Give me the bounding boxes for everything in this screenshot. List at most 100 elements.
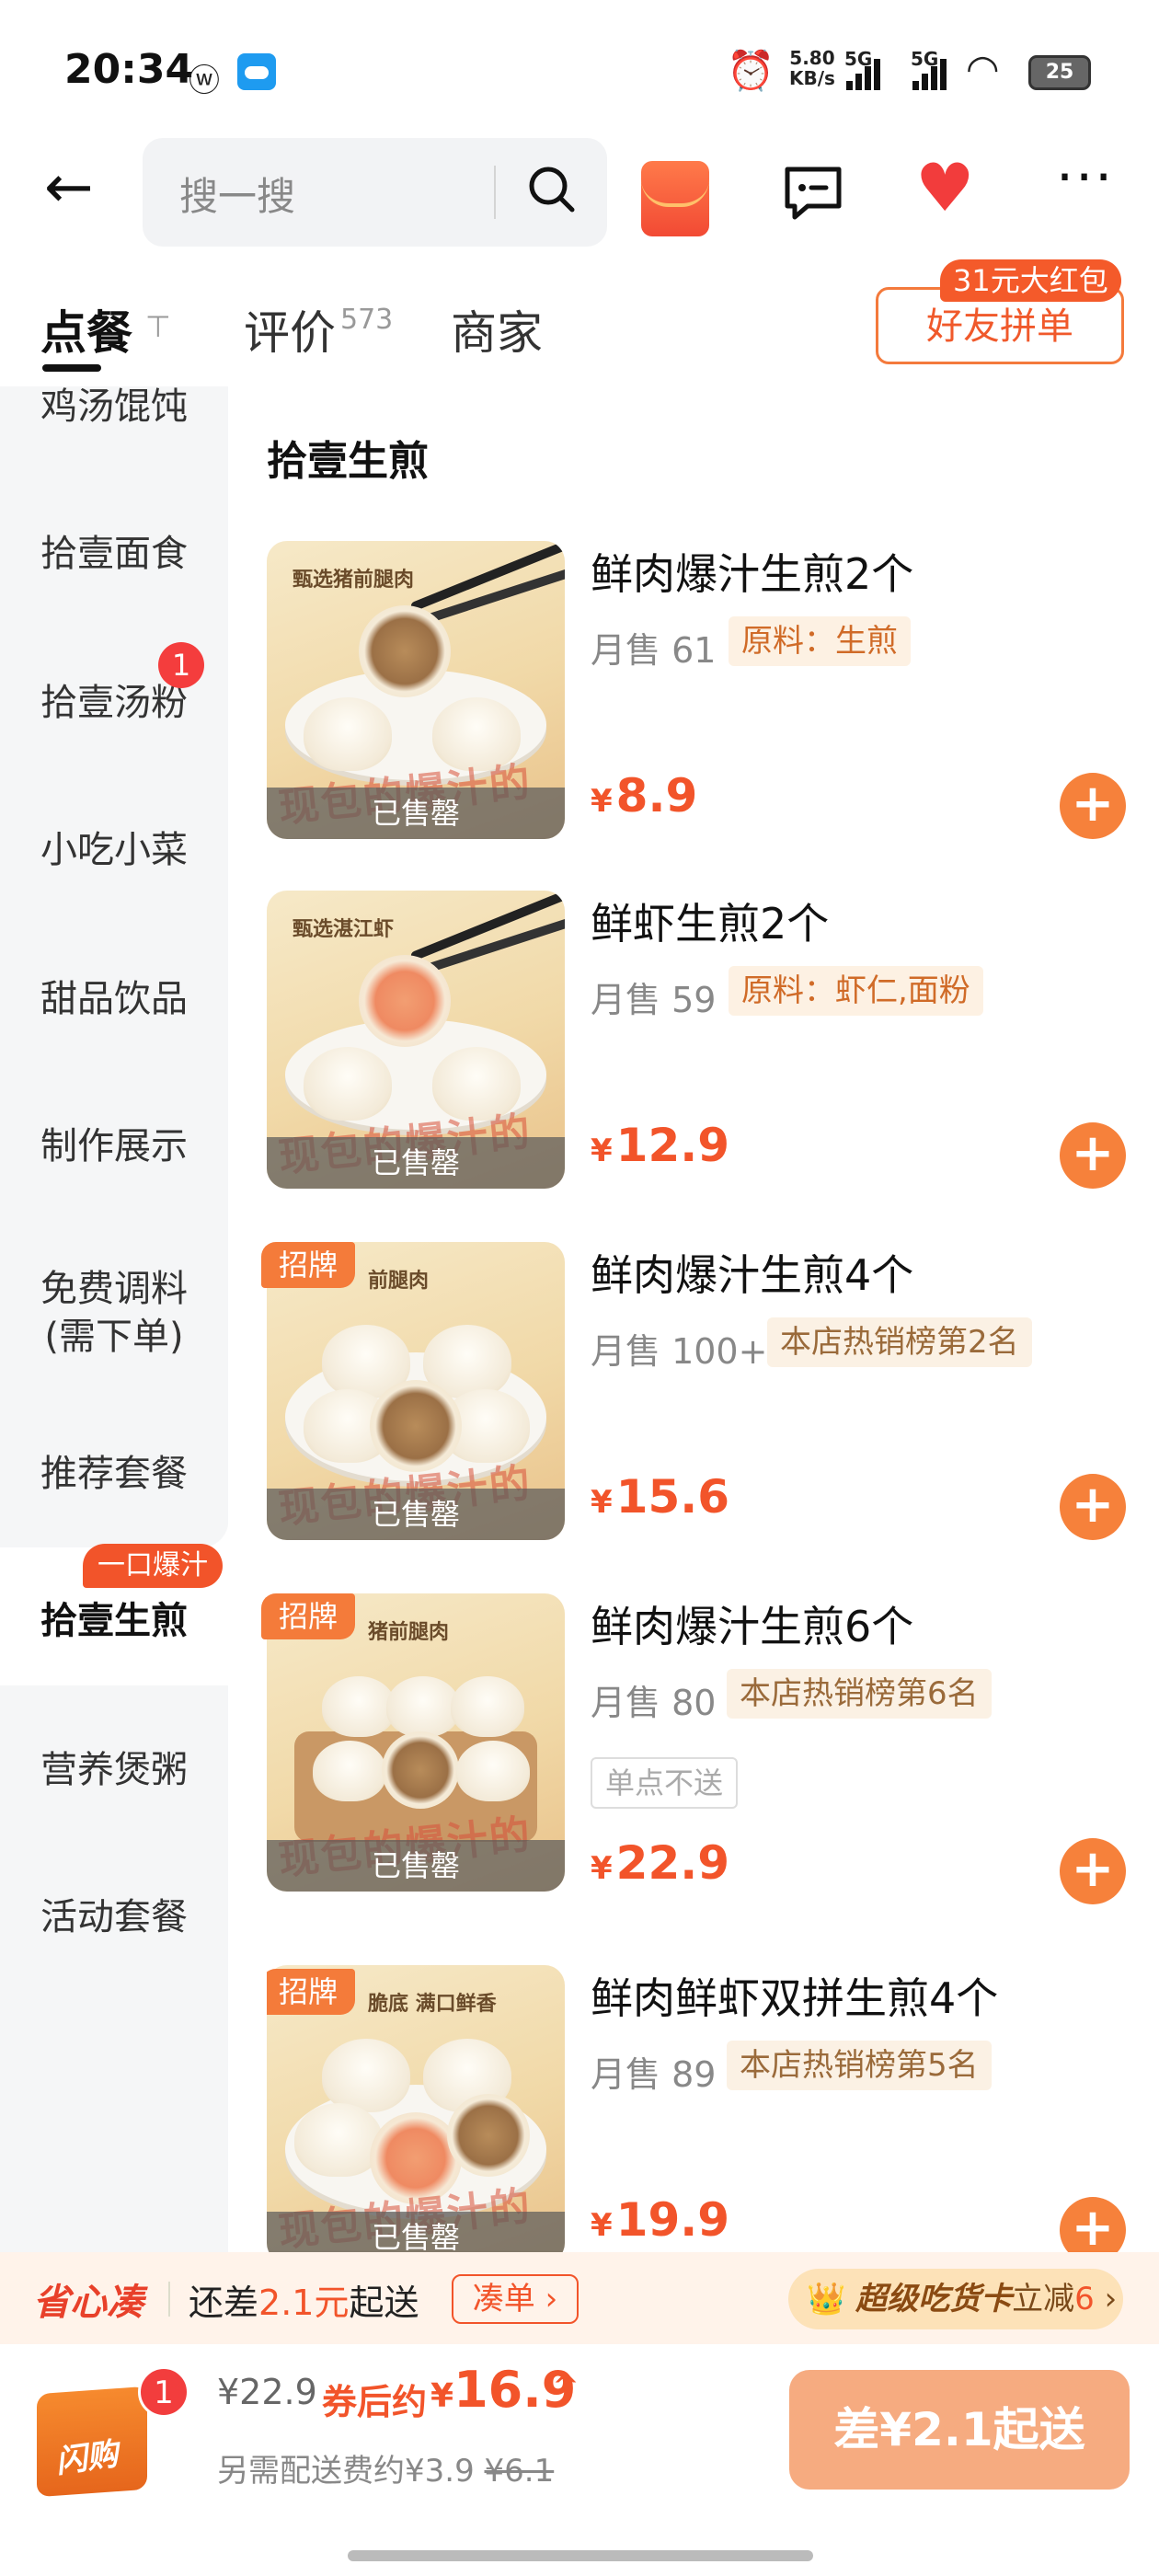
ingredient-tag: 原料：虾仁,面粉 xyxy=(729,966,983,1016)
section-title: 拾壹生煎 xyxy=(267,438,429,485)
signal-bars-icon xyxy=(846,57,883,90)
sold-out-label: 已售罄 xyxy=(267,1489,565,1540)
add-to-cart-button[interactable]: + xyxy=(1060,1474,1126,1540)
store-tabs: 点餐 ⊤ 评价 573 商家 好友拼单 31元大红包 xyxy=(0,259,1159,386)
favorite-heart-icon[interactable]: ♥ xyxy=(915,149,975,226)
battery-icon: 25 xyxy=(1028,55,1091,90)
product-price: ¥15.6 xyxy=(591,1470,730,1524)
bun xyxy=(294,2103,383,2177)
product-card[interactable]: 甄选猪前腿肉 现包的爆汁的 已售罄 鲜肉爆汁生煎2个 月售 61 原料：生煎 ¥… xyxy=(267,541,1131,845)
chevron-up-icon[interactable]: ^ xyxy=(552,2368,580,2406)
bun xyxy=(304,697,392,771)
signature-badge: 招牌 xyxy=(267,1969,355,2015)
alarm-icon: ⏰ xyxy=(727,48,775,93)
clock: 20:34 xyxy=(64,46,194,93)
bun xyxy=(322,2039,410,2112)
add-to-cart-button[interactable]: + xyxy=(1060,773,1126,839)
sold-out-label: 已售罄 xyxy=(267,788,565,839)
delivery-fee: 另需配送费约¥3.9 ¥6.1 xyxy=(217,2453,555,2490)
tab-order[interactable]: 点餐 xyxy=(40,296,132,362)
app-screen: 20:34 ⓦ ⏰ 5.80 KB/s 5G 5G ◠ 25 ← 搜一搜 ♥ ·… xyxy=(0,0,1159,2576)
sidebar-item-porridge[interactable]: 营养煲粥 xyxy=(0,1746,228,1794)
tab-reviews[interactable]: 评价 xyxy=(244,296,336,362)
tab-merchant[interactable]: 商家 xyxy=(451,296,543,362)
wifi-icon: ◠ xyxy=(966,46,1000,91)
add-to-cart-button[interactable]: + xyxy=(1060,1838,1126,1904)
monthly-sales: 月售 59 xyxy=(591,980,717,1020)
bun xyxy=(322,1676,396,1737)
product-name: 鲜虾生煎2个 xyxy=(591,899,830,949)
sold-out-label: 已售罄 xyxy=(267,1137,565,1189)
search-icon[interactable] xyxy=(524,162,580,217)
image-caption: 甄选湛江虾 xyxy=(293,918,395,941)
product-image[interactable]: 甄选湛江虾 现包的爆汁的 已售罄 xyxy=(267,891,565,1189)
sidebar-count-badge: 1 xyxy=(158,642,204,688)
product-name: 鲜肉鲜虾双拼生煎4个 xyxy=(591,1973,999,2023)
product-card[interactable]: 招牌 脆底 满口鲜香 现包的爆汁的 已售罄 鲜肉鲜虾双拼生煎4个 月售 89 本… xyxy=(267,1965,1131,2252)
monthly-sales: 月售 100+ xyxy=(591,1331,768,1372)
add-to-cart-button[interactable]: + xyxy=(1060,2197,1126,2252)
add-on-button[interactable]: 凑单 › xyxy=(452,2274,579,2324)
monthly-sales: 月售 80 xyxy=(591,1683,717,1723)
bun xyxy=(451,1676,524,1737)
search-input[interactable]: 搜一搜 xyxy=(179,166,295,222)
sidebar-promo-tag: 一口爆汁 xyxy=(83,1544,223,1588)
signal-bars-icon xyxy=(912,57,949,90)
minimum-order-promo-bar: 省心凑 还差2.1元起送 凑单 › 👑 超级吃货卡立减6 › xyxy=(0,2252,1159,2344)
sidebar-item-free-sauce[interactable]: 免费调料 (需下单) xyxy=(0,1265,228,1361)
rank-tag: 本店热销榜第2名 xyxy=(767,1317,1032,1367)
arrow-up-icon[interactable]: ⊤ xyxy=(145,309,171,344)
product-card[interactable]: 招牌 前腿肉 现包的爆汁的 已售罄 鲜肉爆汁生煎4个 月售 100+ 本店热销榜… xyxy=(261,1242,1131,1546)
promo-text: 还差2.1元起送 xyxy=(189,2283,419,2323)
product-price: ¥22.9 xyxy=(591,1836,730,1890)
sidebar-item-promo-combos[interactable]: 活动套餐 xyxy=(0,1893,228,1941)
product-price: ¥8.9 xyxy=(591,769,698,822)
rank-tag: 本店热销榜第6名 xyxy=(727,1669,992,1719)
product-price: ¥12.9 xyxy=(591,1119,730,1172)
sidebar-item-soup-noodles[interactable]: 拾壹汤粉 xyxy=(0,679,228,727)
red-packet-icon[interactable] xyxy=(641,161,709,236)
image-caption: 脆底 满口鲜香 xyxy=(368,1993,497,2016)
add-to-cart-button[interactable]: + xyxy=(1060,1122,1126,1189)
weibo-icon: ⓦ xyxy=(189,63,220,99)
home-indicator[interactable] xyxy=(348,2550,813,2561)
monthly-sales: 月售 61 xyxy=(591,630,717,671)
product-name: 鲜肉爆汁生煎2个 xyxy=(591,549,914,599)
sidebar-item-making-show[interactable]: 制作展示 xyxy=(0,1122,228,1170)
checkout-button[interactable]: 差¥2.1起送 xyxy=(789,2370,1130,2490)
sidebar-item-combos[interactable]: 推荐套餐 xyxy=(0,1450,228,1498)
rank-tag: 本店热销榜第5名 xyxy=(727,2041,992,2090)
crown-icon: 👑 xyxy=(807,2281,846,2317)
search-box[interactable]: 搜一搜 xyxy=(143,138,607,247)
bun xyxy=(313,1741,386,1801)
super-foodie-card-pill[interactable]: 👑 超级吃货卡立减6 › xyxy=(788,2269,1123,2329)
bun-cross-section xyxy=(382,1731,459,1809)
bun-cross-section xyxy=(359,605,451,697)
category-sidebar: 鸡汤馄饨 拾壹面食 拾壹汤粉 1 小吃小菜 甜品饮品 制作展示 免费调料 (需下… xyxy=(0,383,228,2254)
sidebar-item-chicken-wonton[interactable]: 鸡汤馄饨 xyxy=(0,383,228,431)
back-arrow-icon[interactable]: ← xyxy=(44,158,94,217)
image-caption: 前腿肉 xyxy=(368,1270,430,1293)
sidebar-item-shengjian-active[interactable]: 拾壹生煎 xyxy=(0,1597,228,1645)
signature-badge: 招牌 xyxy=(261,1242,355,1288)
tab-active-indicator xyxy=(42,364,101,372)
image-caption: 甄选猪前腿肉 xyxy=(293,569,415,592)
image-caption: 猪前腿肉 xyxy=(368,1621,450,1644)
product-name: 鲜肉爆汁生煎6个 xyxy=(591,1602,914,1651)
search-divider xyxy=(494,166,496,219)
bun-cross-section xyxy=(447,2094,530,2177)
sidebar-item-noodles[interactable]: 拾壹面食 xyxy=(0,530,228,578)
product-card[interactable]: 招牌 猪前腿肉 现包的爆汁的 已售罄 鲜肉爆汁生煎6个 月售 80 本店热销榜第… xyxy=(261,1593,1131,1904)
product-card[interactable]: 甄选湛江虾 现包的爆汁的 已售罄 鲜虾生煎2个 月售 59 原料：虾仁,面粉 ¥… xyxy=(267,891,1131,1194)
sidebar-item-desserts[interactable]: 甜品饮品 xyxy=(0,975,228,1023)
message-icon[interactable] xyxy=(780,160,846,226)
cart-bar: 闪购 1 ¥22.9 券后约 ¥16.9 ^ 另需配送费约¥3.9 ¥6.1 差… xyxy=(0,2344,1159,2576)
bun xyxy=(304,1047,392,1121)
product-image[interactable]: 甄选猪前腿肉 现包的爆汁的 已售罄 xyxy=(267,541,565,839)
no-single-delivery-tag: 单点不送 xyxy=(591,1757,739,1809)
signature-badge: 招牌 xyxy=(261,1593,355,1639)
sidebar-item-snacks[interactable]: 小吃小菜 xyxy=(0,826,228,874)
more-icon[interactable]: ··· xyxy=(1056,145,1114,210)
status-bar: 20:34 ⓦ ⏰ 5.80 KB/s 5G 5G ◠ 25 xyxy=(0,0,1159,138)
bun xyxy=(456,1741,530,1801)
